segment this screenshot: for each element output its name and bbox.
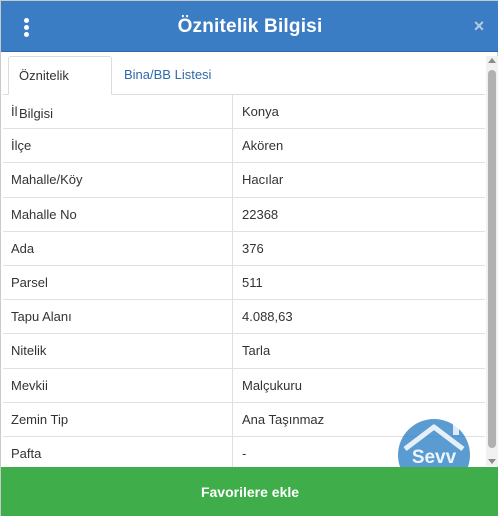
row-value: Konya — [242, 104, 279, 120]
row-value: Malçukuru — [242, 377, 302, 393]
row-key: Mahalle No — [3, 197, 233, 231]
add-favorite-button[interactable]: Favorilere ekle — [1, 467, 498, 516]
row-key: Tapu Alanı — [3, 300, 233, 334]
row-value: 376 — [242, 240, 264, 256]
row-key: Zemin Tip — [3, 402, 233, 436]
dialog-header: Öznitelik Bilgisi × — [1, 1, 498, 52]
scroll-up-icon[interactable] — [488, 58, 496, 63]
table-row: Tapu Alanı 4.088,63 — [3, 300, 485, 335]
table-row: Parsel 511 — [3, 265, 485, 301]
row-key: Pafta — [3, 436, 233, 472]
table-row: İl Konya — [3, 95, 485, 130]
row-key: Mahalle/Köy — [3, 163, 233, 197]
row-value: - — [242, 446, 247, 462]
close-icon[interactable]: × — [469, 15, 489, 37]
row-value: 4.088,63 — [242, 309, 293, 325]
table-row: İlçe Akören — [3, 129, 485, 164]
row-value: 511 — [242, 275, 263, 291]
row-value: Akören — [242, 138, 284, 154]
row-key: Mevkii — [3, 368, 233, 402]
table-row: Zemin Tip Ana Taşınmaz — [3, 402, 485, 437]
table-row: Nitelik Tarla — [3, 334, 485, 369]
table-row: Pafta - — [3, 436, 485, 472]
row-value: Hacılar — [242, 172, 284, 188]
row-key: Parsel — [3, 265, 233, 300]
row-key: Nitelik — [3, 334, 233, 368]
table-row: Mahalle No 22368 — [3, 197, 485, 232]
row-key: İl — [3, 95, 233, 129]
row-value: 22368 — [242, 206, 279, 222]
table-row: Mevkii Malçukuru — [3, 368, 485, 403]
attribute-info-dialog: Öznitelik Bilgisi × Öznitelik Bilgisi Bi… — [0, 0, 498, 516]
tab-attribute-info[interactable]: Öznitelik Bilgisi — [8, 56, 112, 121]
scroll-down-icon[interactable] — [488, 459, 496, 464]
table-row: Ada 376 — [3, 231, 485, 266]
tab-bar: Öznitelik Bilgisi Bina/BB Listesi — [3, 53, 485, 121]
row-value: Tarla — [242, 343, 271, 359]
vertical-scrollbar[interactable] — [486, 56, 498, 466]
tab-building-list[interactable]: Bina/BB Listesi — [114, 56, 221, 95]
row-key: Ada — [3, 231, 233, 265]
scrollbar-thumb[interactable] — [488, 70, 496, 448]
dialog-title: Öznitelik Bilgisi — [177, 16, 323, 37]
table-row: Mahalle/Köy Hacılar — [3, 163, 485, 198]
row-value: Ana Taşınmaz — [242, 411, 325, 427]
attribute-table: İl Konya İlçe Akören Mahalle/Köy Hacılar… — [3, 95, 485, 472]
row-key: İlçe — [3, 129, 233, 163]
